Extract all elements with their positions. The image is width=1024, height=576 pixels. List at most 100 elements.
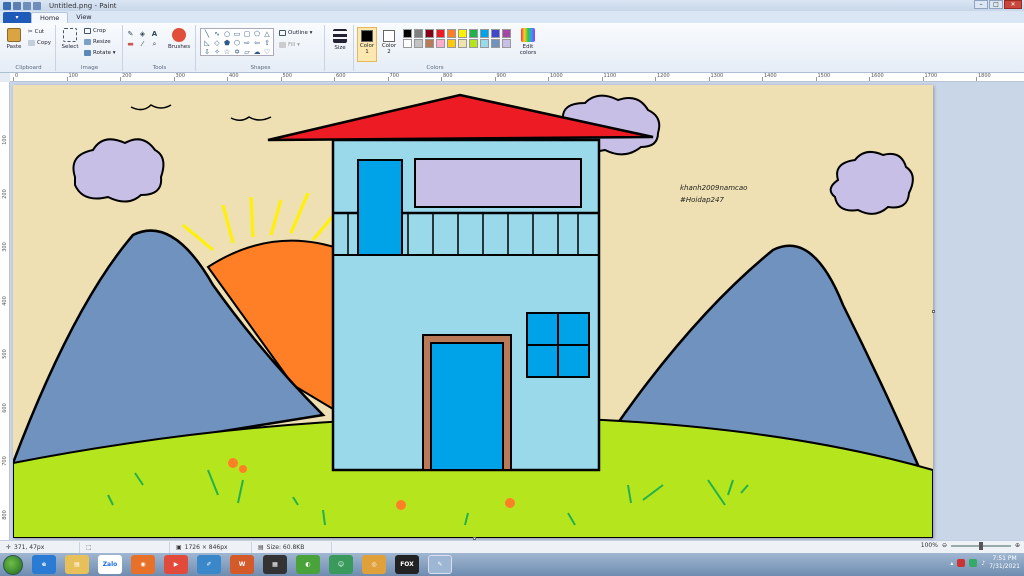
arrow-left-shape-icon[interactable]: ⇦ (252, 39, 262, 48)
select-button[interactable]: Select (59, 28, 81, 50)
color2-selector[interactable]: Color 2 (379, 27, 399, 62)
zoom-out-button[interactable]: ⊖ (942, 542, 947, 549)
magnifier-icon[interactable]: ⌕ (150, 40, 159, 48)
star6-shape-icon[interactable]: ✡ (232, 48, 242, 57)
paste-button[interactable]: Paste (4, 28, 24, 50)
close-button[interactable]: ✕ (1004, 0, 1022, 9)
copy-button[interactable]: Copy (28, 40, 51, 46)
fill-bucket-icon[interactable]: ◈ (138, 30, 147, 38)
brushes-button[interactable]: Brushes (166, 28, 192, 50)
firefox-taskbar-icon[interactable]: ◉ (131, 555, 155, 574)
cloud-callout-shape-icon[interactable]: ☁ (252, 48, 262, 57)
tray-network-icon[interactable] (969, 559, 978, 567)
oval-shape-icon[interactable]: ○ (222, 30, 232, 39)
size-button[interactable]: Size (329, 29, 351, 51)
pencil-icon[interactable]: ✎ (126, 30, 135, 38)
curve-shape-icon[interactable]: ∿ (212, 30, 222, 39)
palette-swatch[interactable] (447, 39, 456, 48)
media-player-taskbar-icon[interactable]: ▶ (164, 555, 188, 574)
crop-button[interactable]: Crop (84, 28, 106, 34)
palette-swatch[interactable] (469, 39, 478, 48)
palette-swatch[interactable] (447, 29, 456, 38)
palette-swatch[interactable] (502, 39, 511, 48)
undo-icon[interactable] (23, 1, 31, 10)
line-shape-icon[interactable]: ╲ (202, 30, 212, 39)
rounded-rect-shape-icon[interactable]: ▢ (242, 30, 252, 39)
palette-swatch[interactable] (469, 29, 478, 38)
star4-shape-icon[interactable]: ✧ (212, 48, 222, 57)
ruler-tick (441, 77, 442, 81)
zoom-slider[interactable] (950, 541, 1011, 550)
palette-swatch[interactable] (425, 29, 434, 38)
fill-button[interactable]: Fill ▾ (279, 42, 300, 48)
hexagon-shape-icon[interactable]: ⬡ (232, 39, 242, 48)
zoom-slider-thumb[interactable] (978, 541, 983, 550)
arrow-up-shape-icon[interactable]: ⇧ (262, 39, 272, 48)
palette-swatch[interactable] (491, 39, 500, 48)
rotate-button[interactable]: Rotate ▾ (84, 50, 116, 56)
ruler-tick-label: 200 (122, 73, 132, 79)
paint-taskbar-icon[interactable]: ✎ (428, 555, 452, 574)
palette-swatch[interactable] (458, 39, 467, 48)
redo-icon[interactable] (33, 1, 41, 10)
color1-label: Color 1 (359, 43, 375, 55)
chrome-taskbar-icon[interactable]: ◎ (362, 555, 386, 574)
file-menu-button[interactable]: ▾ (3, 12, 31, 23)
tab-home[interactable]: Home (31, 12, 69, 23)
clock[interactable]: 7:51 PM 7/31/2021 (989, 555, 1020, 571)
photos-taskbar-icon[interactable]: ▦ (263, 555, 287, 574)
palette-swatch[interactable] (414, 29, 423, 38)
file-manager-taskbar-icon[interactable]: ◐ (296, 555, 320, 574)
word-taskbar-icon[interactable]: W (230, 555, 254, 574)
arrow-down-shape-icon[interactable]: ⇩ (202, 48, 212, 57)
rectangle-shape-icon[interactable]: ▭ (232, 30, 242, 39)
palette-swatch[interactable] (502, 29, 511, 38)
tray-app-icon[interactable] (957, 559, 966, 567)
zalo-taskbar-icon[interactable]: Zalo (98, 555, 122, 574)
palette-swatch[interactable] (480, 39, 489, 48)
callout-shape-icon[interactable]: ▱ (242, 48, 252, 57)
paint-app-icon[interactable] (3, 1, 11, 10)
right-triangle-shape-icon[interactable]: ◺ (202, 39, 212, 48)
palette-swatch[interactable] (414, 39, 423, 48)
pentagon-shape-icon[interactable]: ⬟ (222, 39, 232, 48)
heart-shape-icon[interactable]: ♡ (262, 48, 272, 57)
chrome-alt-taskbar-icon[interactable]: ☺ (329, 555, 353, 574)
palette-swatch[interactable] (480, 29, 489, 38)
tray-expand-icon[interactable]: ▴ (950, 560, 953, 567)
palette-swatch[interactable] (425, 39, 434, 48)
palette-swatch[interactable] (436, 39, 445, 48)
paint-alt-taskbar-icon[interactable]: ✐ (197, 555, 221, 574)
start-button[interactable] (3, 554, 23, 575)
outline-button[interactable]: Outline ▾ (279, 30, 312, 36)
palette-swatch[interactable] (436, 29, 445, 38)
triangle-shape-icon[interactable]: △ (262, 30, 272, 39)
diamond-shape-icon[interactable]: ◇ (212, 39, 222, 48)
palette-swatch[interactable] (403, 39, 412, 48)
palette-swatch[interactable] (491, 29, 500, 38)
palette-swatch[interactable] (403, 29, 412, 38)
eraser-icon[interactable]: ▬ (126, 40, 135, 48)
ie-taskbar-icon[interactable]: e (32, 555, 56, 574)
edit-colors-button[interactable]: Edit colors (515, 28, 541, 56)
fox-taskbar-icon[interactable]: FOX (395, 555, 419, 574)
star5-shape-icon[interactable]: ☆ (222, 48, 232, 57)
tab-view[interactable]: View (68, 12, 99, 23)
text-tool-icon[interactable]: A (150, 30, 159, 38)
resize-handle-right[interactable] (932, 310, 935, 313)
zoom-in-button[interactable]: ⊕ (1015, 542, 1020, 549)
color1-selector[interactable]: Color 1 (357, 27, 377, 62)
save-icon[interactable] (13, 1, 21, 10)
maximize-button[interactable]: □ (989, 0, 1003, 9)
volume-icon[interactable]: ♪ (981, 560, 985, 567)
minimize-button[interactable]: – (974, 0, 988, 9)
palette-swatch[interactable] (458, 29, 467, 38)
arrow-right-shape-icon[interactable]: ⇨ (242, 39, 252, 48)
color-picker-icon[interactable]: ⁄ (138, 40, 147, 48)
drawing-canvas[interactable]: khanh2009namcao #Hoidap247 (13, 85, 933, 538)
resize-button[interactable]: Resize (84, 39, 111, 45)
explorer-taskbar-icon[interactable]: ▤ (65, 555, 89, 574)
polygon-shape-icon[interactable]: ⬠ (252, 30, 262, 39)
cut-button[interactable]: ✂ Cut (28, 29, 44, 35)
shapes-gallery[interactable]: ╲ ∿ ○ ▭ ▢ ⬠ △ ◺ ◇ ⬟ ⬡ ⇨ ⇦ ⇧ ⇩ ✧ ☆ ✡ ▱ ☁ ♡ (200, 28, 274, 56)
